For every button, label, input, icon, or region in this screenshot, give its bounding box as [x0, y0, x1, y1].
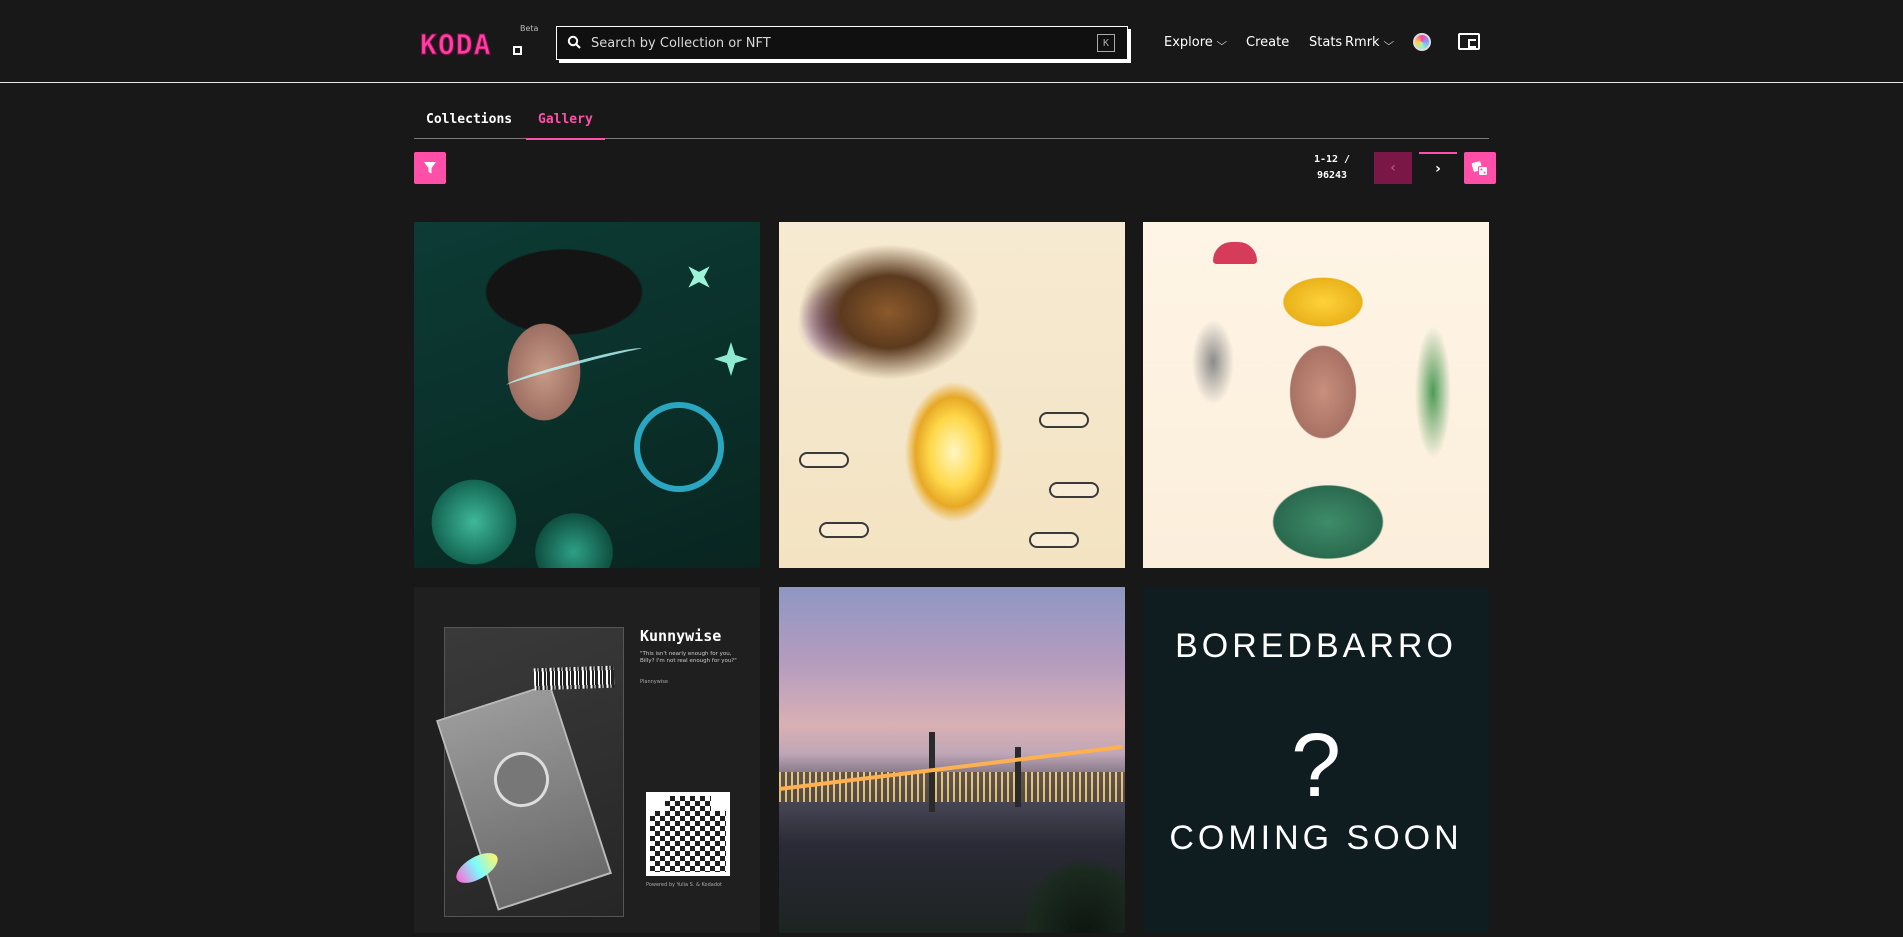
artwork-credit: Powered by Yulia S. & Kodadot — [646, 882, 723, 888]
chevron-right-icon: › — [1435, 161, 1441, 177]
coming-soon-label: COMING SOON — [1169, 819, 1463, 857]
chevron-down-icon: ⌵ — [1383, 36, 1394, 48]
chevron-left-icon: ‹ — [1390, 160, 1396, 176]
artwork-title: Kunnywise — [640, 627, 722, 645]
shuriken-shape — [678, 256, 720, 298]
filter-icon — [424, 162, 436, 174]
qr-code — [646, 792, 730, 876]
search-input[interactable] — [591, 27, 1071, 59]
nft-card-3[interactable] — [1143, 222, 1489, 568]
logo-text: KODA — [419, 28, 492, 62]
koda-logo[interactable]: KODA Beta — [419, 22, 538, 62]
random-button[interactable] — [1464, 152, 1496, 184]
beta-badge: Beta — [520, 24, 539, 33]
filter-button[interactable] — [414, 152, 446, 184]
nav-create[interactable]: Create — [1246, 31, 1289, 53]
pagination-total: 96243 — [1316, 170, 1348, 181]
globe-icon[interactable] — [1413, 33, 1431, 51]
cloud-shape — [819, 522, 869, 538]
cloud-shape — [799, 452, 849, 468]
cloud-shape — [1039, 412, 1089, 428]
bridge-tower — [1015, 747, 1021, 807]
card-heading: BOREDBARRO — [1175, 627, 1457, 665]
previous-page-button[interactable]: ‹ — [1374, 152, 1412, 184]
pagination-info: 1-12 / 96243 — [1300, 152, 1364, 184]
neon-line — [505, 344, 643, 390]
keyboard-shortcut-badge: K — [1097, 34, 1115, 52]
nft-card-4[interactable]: Kunnywise "This isn't nearly enough for … — [414, 587, 760, 933]
ring-shape — [634, 402, 724, 492]
wallet-icon[interactable] — [1458, 33, 1480, 50]
cloud-shape — [1029, 532, 1079, 548]
artwork-quote: "This isn't nearly enough for you, Billy… — [640, 651, 737, 664]
foreground-plants — [1019, 857, 1125, 933]
nav-stats-label: Stats — [1309, 34, 1343, 50]
nav-stats[interactable]: Stats — [1309, 31, 1342, 53]
barcode-shape — [533, 665, 615, 691]
nft-card-5[interactable] — [779, 587, 1125, 933]
shuriken-shape — [714, 342, 748, 376]
nav-explore-label: Explore — [1164, 34, 1213, 50]
nav-explore[interactable]: Explore ⌵ — [1164, 31, 1227, 53]
city-lights — [779, 772, 1125, 802]
question-mark: ? — [1290, 716, 1342, 816]
search-icon — [567, 35, 581, 49]
nav-rmrk-label: Rmrk — [1345, 34, 1380, 50]
nav-create-label: Create — [1246, 34, 1290, 50]
top-header: KODA Beta K Explore ⌵ Create Stats Rmrk … — [0, 0, 1903, 83]
next-page-button[interactable]: › — [1419, 152, 1457, 184]
view-tabs: Collections Gallery — [414, 108, 1489, 140]
mushroom-shape — [1213, 242, 1257, 264]
artwork-signature: Plannywise — [640, 679, 668, 685]
cloud-shape — [1049, 482, 1099, 498]
nav-rmrk[interactable]: Rmrk ⌵ — [1345, 31, 1394, 53]
tab-gallery[interactable]: Gallery — [526, 112, 605, 140]
chevron-down-icon: ⌵ — [1216, 36, 1227, 48]
nft-card-6[interactable]: BOREDBARRO ? COMING SOON — [1143, 587, 1489, 933]
nft-card-1[interactable] — [414, 222, 760, 568]
search-bar[interactable]: K — [556, 26, 1128, 60]
nft-card-2[interactable] — [779, 222, 1125, 568]
tab-collections[interactable]: Collections — [414, 112, 524, 138]
logo-square — [513, 46, 522, 55]
pagination-range: 1-12 / — [1313, 154, 1351, 165]
dice-icon — [1471, 161, 1488, 176]
